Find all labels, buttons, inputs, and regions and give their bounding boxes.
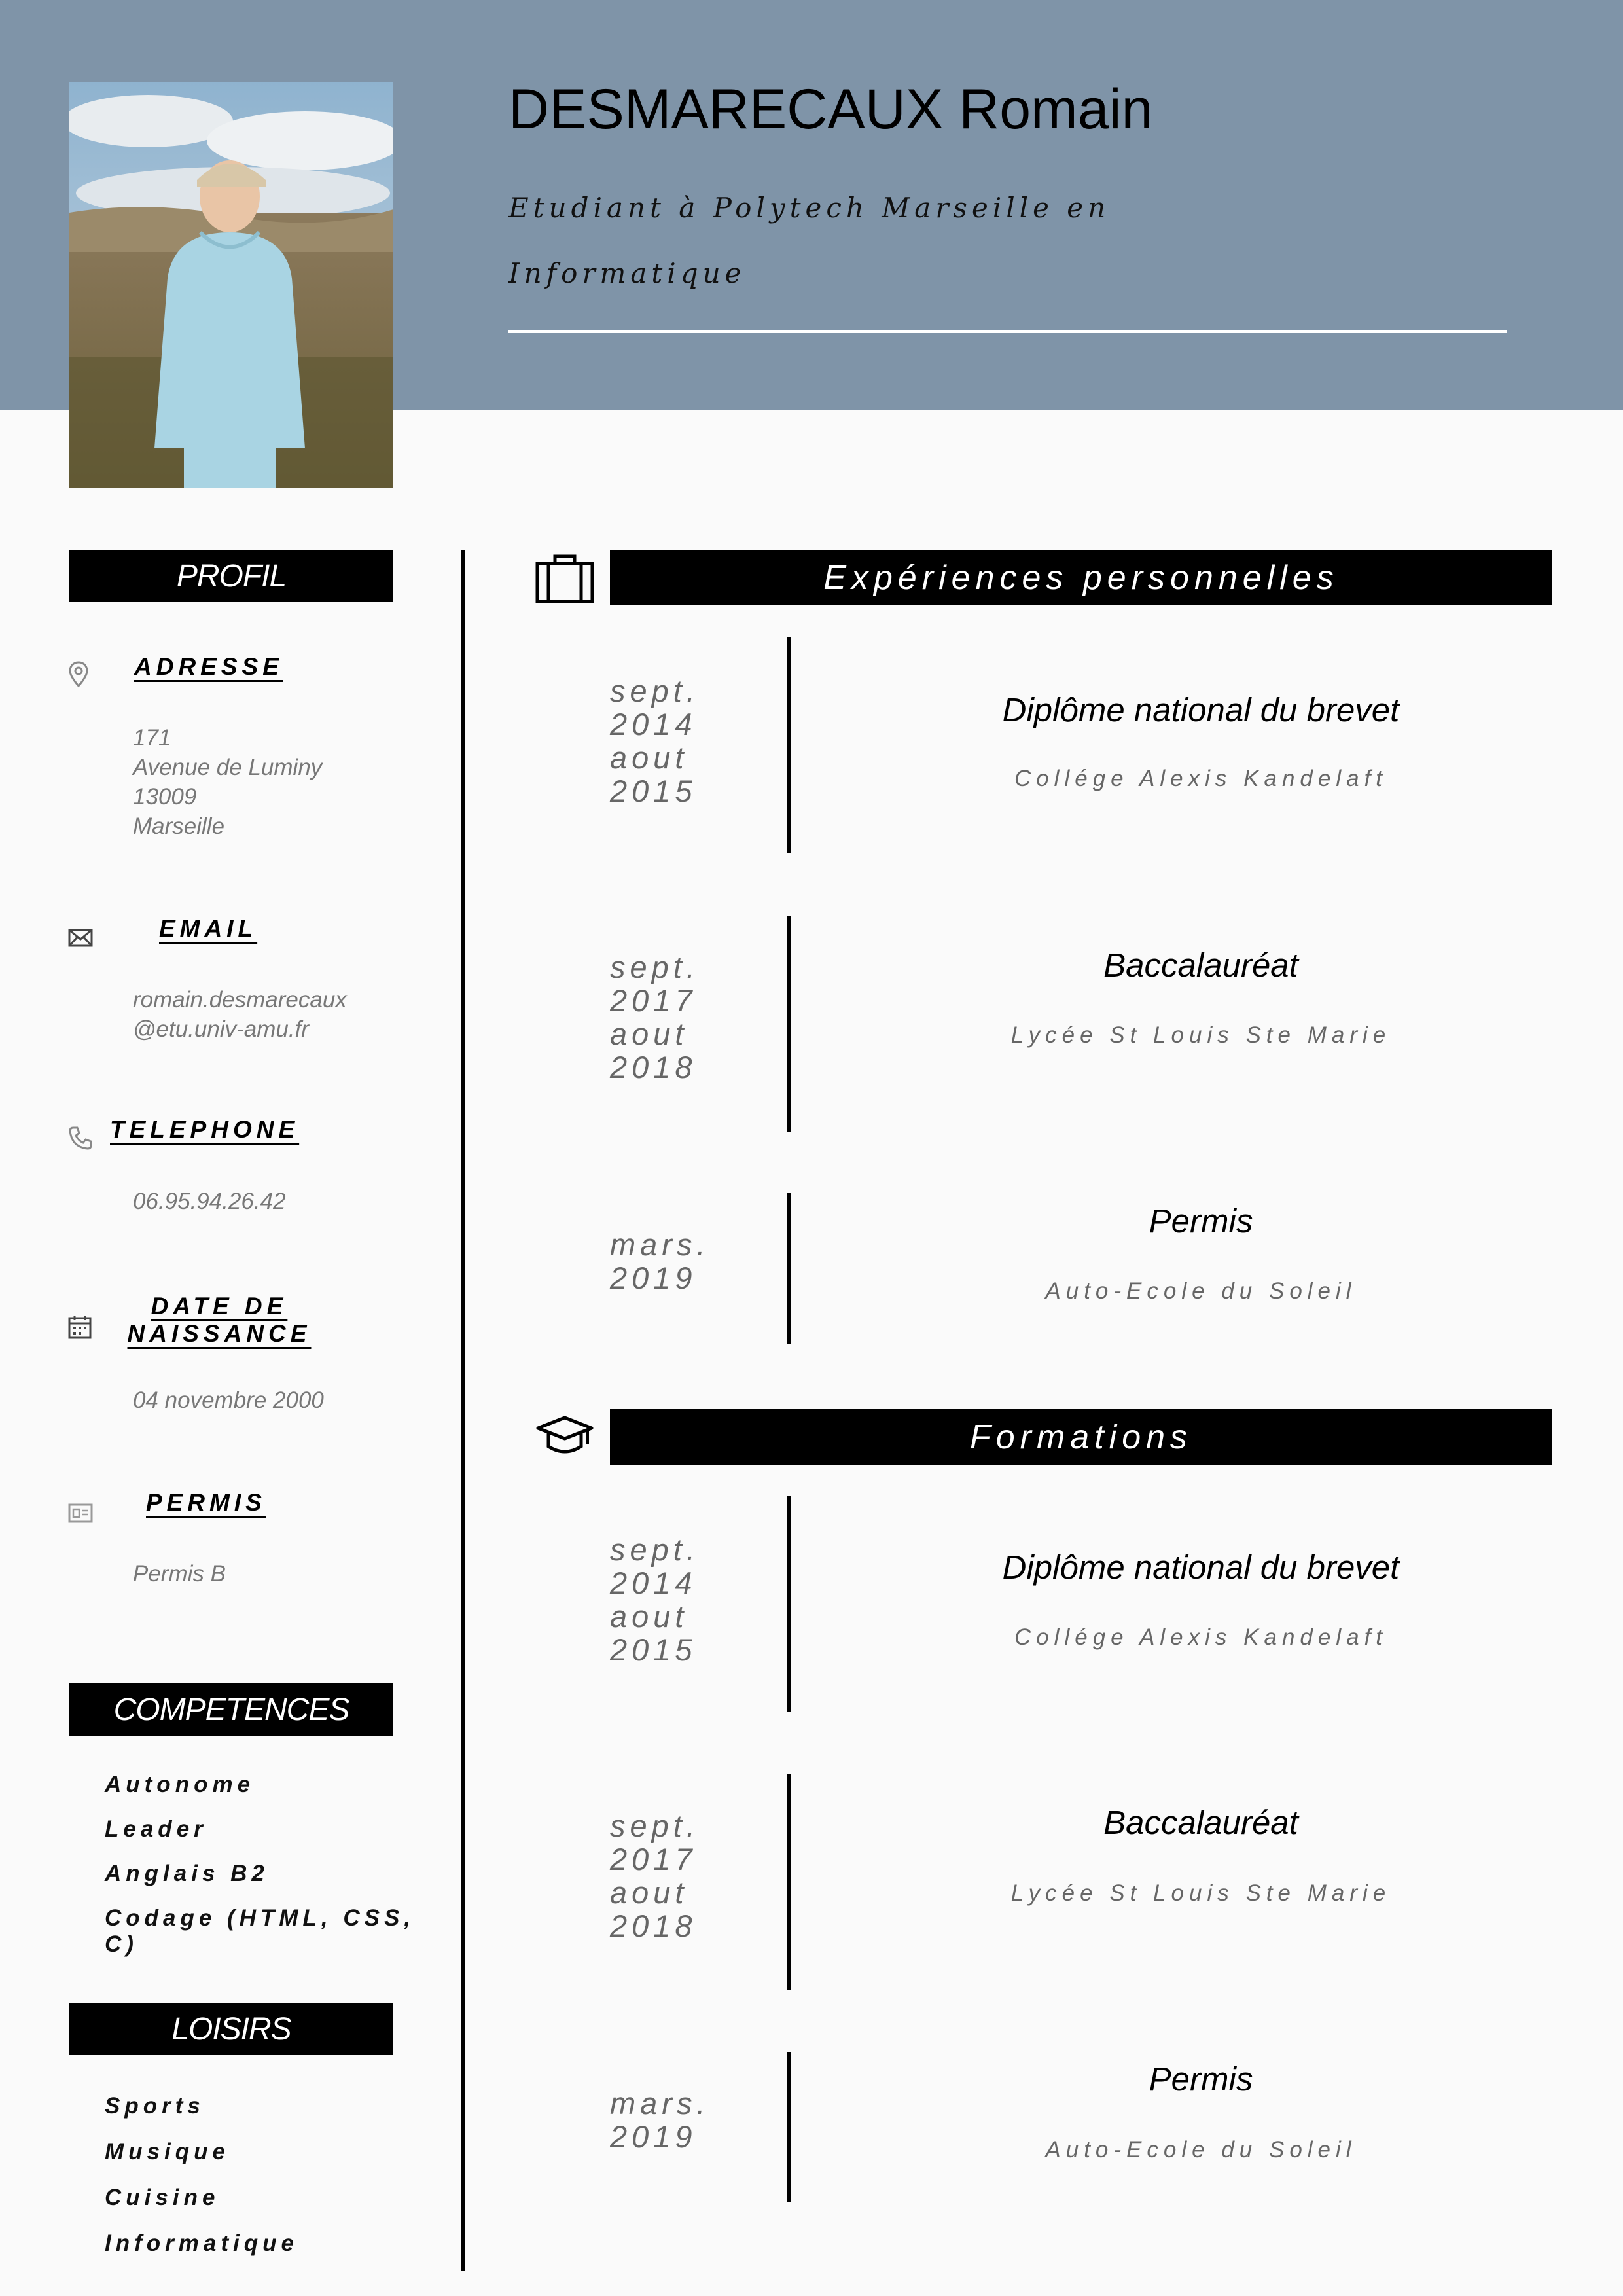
address-title: ADRESSE bbox=[134, 653, 283, 680]
email-value[interactable]: romain.desmarecaux @etu.univ-amu.fr bbox=[133, 985, 347, 1044]
entry-subtitle: Lycée St Louis Ste Marie bbox=[1010, 1880, 1391, 1906]
permis-title: PERMIS bbox=[146, 1489, 266, 1516]
timeline-line bbox=[787, 637, 791, 853]
entry-title: Baccalauréat bbox=[1103, 1804, 1298, 1841]
birthdate-title: DATE DE NAISSANCE bbox=[127, 1293, 312, 1347]
competence-item: Autonome bbox=[105, 1772, 255, 1797]
entry-subtitle: Collége Alexis Kandelaft bbox=[1014, 766, 1388, 791]
email-title: EMAIL bbox=[159, 915, 258, 942]
formations-heading: Formations bbox=[610, 1409, 1552, 1465]
entry-subtitle: Collége Alexis Kandelaft bbox=[1014, 1624, 1388, 1650]
timeline-line bbox=[787, 916, 791, 1132]
entry-title: Diplôme national du brevet bbox=[1002, 1549, 1400, 1586]
id-card-icon bbox=[68, 1502, 93, 1526]
loisir-item: Informatique bbox=[105, 2231, 298, 2256]
phone-icon bbox=[68, 1126, 93, 1154]
loisir-item: Cuisine bbox=[105, 2185, 220, 2210]
graduation-cap-icon bbox=[535, 1414, 594, 1463]
headline: Etudiant à Polytech Marseille en Informa… bbox=[508, 192, 1111, 289]
entry-subtitle: Auto-Ecole du Soleil bbox=[1045, 2137, 1357, 2162]
person-name: DESMARECAUX Romain bbox=[508, 78, 1153, 141]
envelope-icon bbox=[68, 928, 93, 951]
competence-item: Leader bbox=[105, 1816, 207, 1842]
location-pin-icon bbox=[68, 661, 89, 692]
loisir-item: Musique bbox=[105, 2139, 230, 2164]
entry-date: sept. 2014 aout 2015 bbox=[610, 673, 700, 808]
profile-photo bbox=[69, 82, 393, 488]
permis-value: Permis B bbox=[133, 1561, 226, 1587]
birthdate-value: 04 novembre 2000 bbox=[133, 1388, 324, 1413]
timeline-line bbox=[787, 1774, 791, 1990]
entry-date: mars. 2019 bbox=[610, 1227, 710, 1295]
entry-subtitle: Lycée St Louis Ste Marie bbox=[1010, 1022, 1391, 1048]
experiences-heading: Expériences personnelles bbox=[610, 550, 1552, 605]
calendar-icon bbox=[68, 1314, 92, 1342]
entry-title: Permis bbox=[1149, 1202, 1253, 1240]
address-value: 171 Avenue de Luminy 13009 Marseille bbox=[133, 725, 323, 839]
entry-date: sept. 2014 aout 2015 bbox=[610, 1532, 700, 1667]
loisir-item: Sports bbox=[105, 2093, 205, 2119]
entry-title: Permis bbox=[1149, 2060, 1253, 2098]
loisirs-heading: LOISIRS bbox=[69, 2003, 393, 2055]
competences-heading: COMPETENCES bbox=[69, 1683, 393, 1736]
telephone-value[interactable]: 06.95.94.26.42 bbox=[133, 1187, 286, 1216]
timeline-line bbox=[787, 1193, 791, 1344]
entry-subtitle: Auto-Ecole du Soleil bbox=[1045, 1278, 1357, 1304]
telephone-title: TELEPHONE bbox=[110, 1116, 300, 1143]
timeline-line bbox=[787, 2052, 791, 2202]
entry-date: mars. 2019 bbox=[610, 2086, 710, 2154]
competence-item: Anglais B2 bbox=[105, 1861, 269, 1886]
entry-date: sept. 2017 aout 2018 bbox=[610, 1808, 700, 1943]
timeline-line bbox=[787, 1496, 791, 1712]
profil-heading: PROFIL bbox=[69, 550, 393, 602]
column-divider bbox=[461, 550, 465, 2271]
competence-item: Codage (HTML, CSS, C) bbox=[105, 1905, 416, 1957]
entry-title: Baccalauréat bbox=[1103, 946, 1298, 984]
entry-title: Diplôme national du brevet bbox=[1002, 691, 1400, 728]
entry-date: sept. 2017 aout 2018 bbox=[610, 950, 700, 1085]
header-divider bbox=[508, 330, 1507, 333]
briefcase-icon bbox=[535, 553, 594, 607]
